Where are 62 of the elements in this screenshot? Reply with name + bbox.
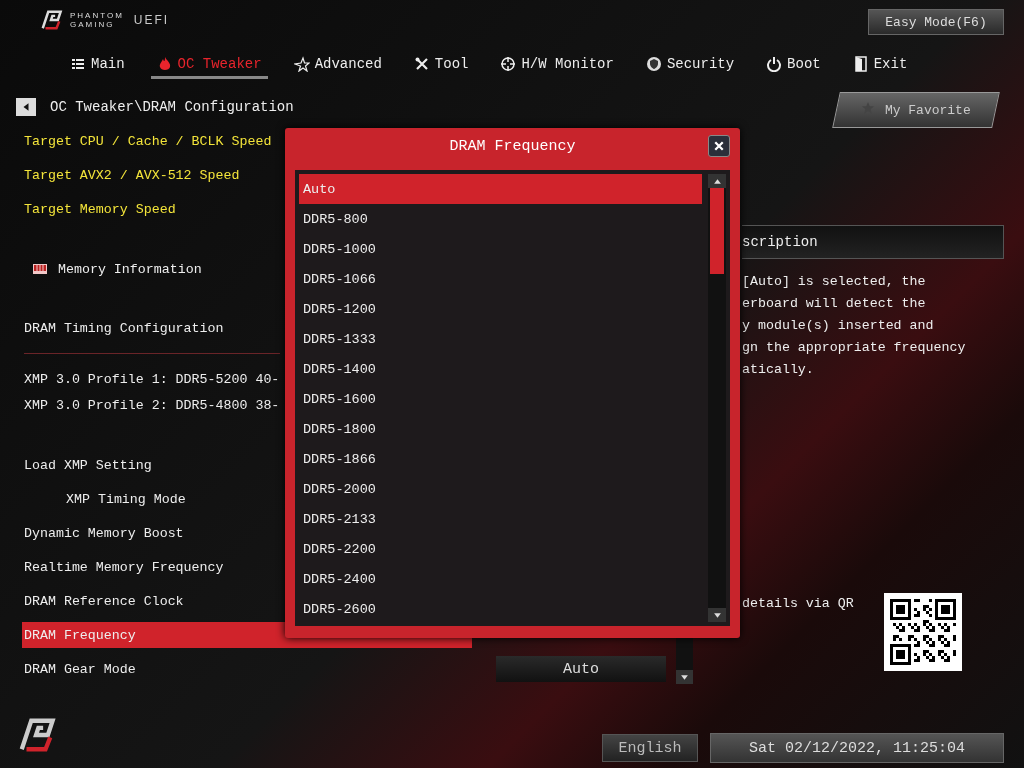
star-icon (861, 101, 876, 115)
up-triangle-icon (712, 176, 722, 186)
nav-tab[interactable]: Boot (760, 51, 827, 79)
star-icon (293, 55, 310, 72)
nav-tab[interactable]: Security (639, 51, 741, 79)
power-icon (766, 55, 783, 72)
down-triangle-icon (712, 610, 722, 620)
nav-tab[interactable]: Tool (407, 51, 475, 79)
description-header: scription (742, 225, 1004, 259)
breadcrumb: OC Tweaker\DRAM Configuration (50, 99, 294, 115)
date-time: Sat 02/12/2022, 11:25:04 (710, 733, 1004, 763)
description-text: atically. (742, 361, 815, 379)
easy-mode-button[interactable]: Easy Mode(F6) (868, 9, 1004, 35)
scroll-down-button[interactable] (676, 670, 693, 684)
frequency-option[interactable]: DDR5-2200 (299, 534, 702, 564)
tools-icon (413, 55, 430, 72)
frequency-option[interactable]: DDR5-1000 (299, 234, 702, 264)
frequency-option[interactable]: DDR5-1333 (299, 324, 702, 354)
down-triangle-icon (680, 672, 689, 682)
nav-tab[interactable]: H/W Monitor (494, 51, 620, 79)
profile-text: XMP 3.0 Profile 2: DDR5-4800 38- (23, 396, 280, 415)
brand-suffix: UEFI (133, 13, 170, 27)
my-favorite-button[interactable]: My Favorite (832, 92, 1000, 128)
scrollbar-thumb[interactable] (710, 188, 724, 274)
memory-module-icon (30, 261, 50, 277)
dialog-title: DRAM Frequency (449, 137, 576, 155)
language-button[interactable]: English (602, 734, 698, 762)
close-icon (713, 140, 725, 152)
description-text: [Auto] is selected, the (742, 273, 927, 291)
description-text: y module(s) inserted and (742, 317, 935, 335)
crosshair-icon (500, 55, 517, 72)
scroll-down-button[interactable] (708, 608, 726, 622)
qr-caption: details via QR (742, 596, 854, 611)
left-triangle-icon (21, 102, 31, 112)
scroll-up-button[interactable] (708, 174, 726, 188)
frequency-option[interactable]: DDR5-1066 (299, 264, 702, 294)
exit-door-icon (852, 55, 869, 72)
frequency-option[interactable]: DDR5-800 (299, 204, 702, 234)
frequency-option[interactable]: DDR5-2133 (299, 504, 702, 534)
frequency-option[interactable]: DDR5-1866 (299, 444, 702, 474)
frequency-option[interactable]: DDR5-2000 (299, 474, 702, 504)
frequency-option[interactable]: DDR5-1400 (299, 354, 702, 384)
frequency-option[interactable]: DDR5-2600 (299, 594, 702, 624)
frequency-option[interactable]: DDR5-1200 (299, 294, 702, 324)
brand-name: GAMING (70, 20, 116, 29)
nav-tab[interactable]: OC Tweaker (150, 51, 268, 79)
brand-name: PHANTOM (70, 11, 124, 20)
shield-icon (645, 55, 662, 72)
profile-text: XMP 3.0 Profile 1: DDR5-5200 40- (23, 370, 280, 389)
back-button[interactable] (16, 98, 36, 116)
frequency-option[interactable]: DDR5-1600 (299, 384, 702, 414)
setting-item[interactable]: DRAM Gear Mode (22, 656, 472, 682)
close-button[interactable] (708, 135, 730, 157)
frequency-option[interactable]: DDR5-2400 (299, 564, 702, 594)
nav-tab[interactable]: Exit (846, 51, 914, 79)
value-field[interactable]: Auto (496, 656, 666, 682)
nav-tab[interactable]: Advanced (287, 51, 388, 79)
frequency-option[interactable]: Auto (299, 174, 702, 204)
nav-tab[interactable]: Main (64, 51, 131, 79)
description-text: gn the appropriate frequency (742, 339, 967, 357)
frequency-option[interactable]: DDR5-1800 (299, 414, 702, 444)
description-text: erboard will detect the (742, 295, 927, 313)
